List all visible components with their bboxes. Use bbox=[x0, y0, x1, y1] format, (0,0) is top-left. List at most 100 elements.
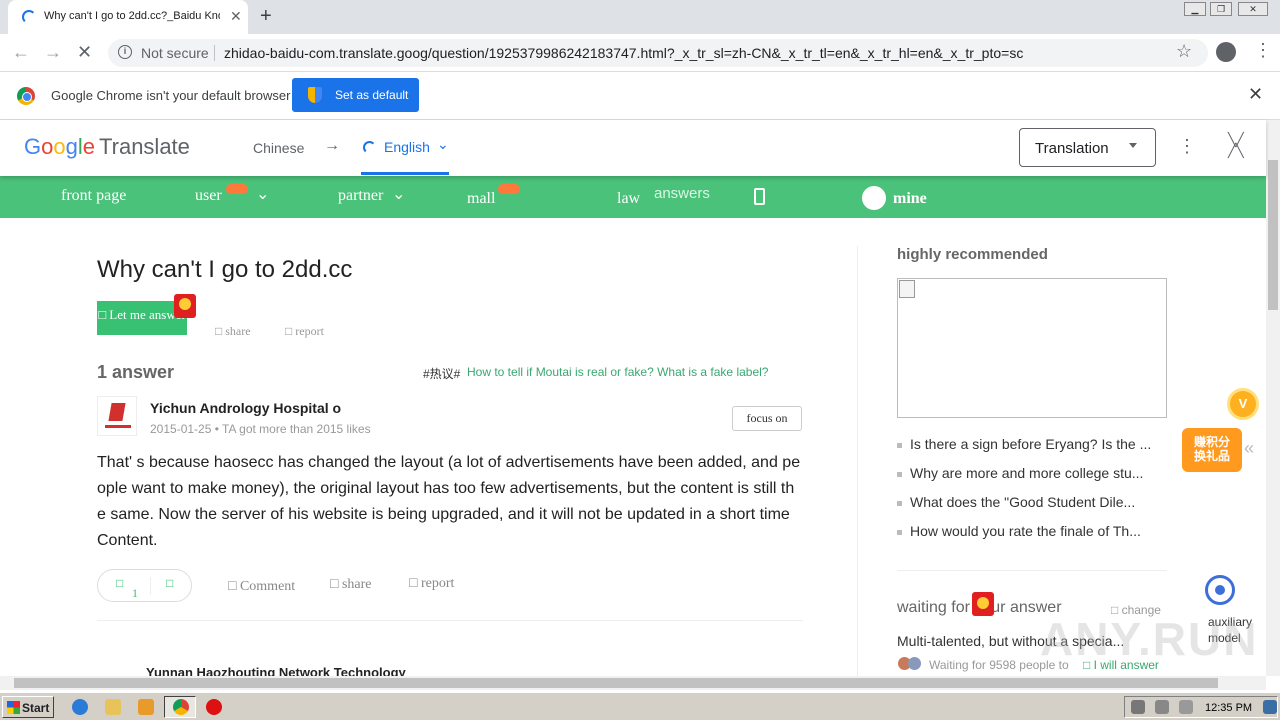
recommended-item[interactable]: Is there a sign before Eryang? Is the ..… bbox=[897, 436, 1167, 452]
answer-share-link[interactable]: □ share bbox=[330, 577, 372, 593]
start-button[interactable]: Start bbox=[2, 696, 54, 718]
network-icon[interactable] bbox=[1155, 700, 1169, 714]
red-packet-icon[interactable] bbox=[174, 294, 196, 318]
chevron-down-icon[interactable]: ⌄ bbox=[437, 136, 449, 153]
url-text[interactable]: zhidao-baidu-com.translate.goog/question… bbox=[224, 45, 1023, 61]
nav-answers[interactable]: answers bbox=[654, 185, 710, 202]
highly-recommended-heading: highly recommended bbox=[897, 246, 1048, 263]
tab-close-icon[interactable]: ✕ bbox=[230, 8, 242, 25]
flag-icon[interactable] bbox=[1179, 700, 1193, 714]
chrome-logo-icon bbox=[17, 87, 35, 105]
nav-badge bbox=[498, 184, 520, 194]
earn-points-widget[interactable]: V 赚积分 换礼品 « bbox=[1182, 388, 1264, 476]
horizontal-scrollbar[interactable] bbox=[0, 676, 1266, 690]
address-bar[interactable]: i Not secure zhidao-baidu-com.translate.… bbox=[108, 39, 1208, 67]
answerer-name[interactable]: Yichun Andrology Hospital o bbox=[150, 400, 341, 416]
taskbar-chrome-button[interactable] bbox=[164, 696, 196, 718]
recommended-item[interactable]: How would you rate the finale of Th... bbox=[897, 523, 1167, 539]
divider bbox=[214, 45, 215, 61]
collapse-icon[interactable]: ╲╱ ╱╲ bbox=[1228, 133, 1244, 157]
set-default-label: Set as default bbox=[335, 88, 409, 102]
column-divider bbox=[857, 246, 858, 676]
clock: 12:35 PM bbox=[1205, 702, 1253, 714]
new-tab-icon[interactable]: + bbox=[260, 5, 272, 28]
tab-title: Why can't I go to 2dd.cc?_Baidu Kno bbox=[44, 10, 220, 22]
stop-sign-icon[interactable] bbox=[206, 699, 222, 715]
chevron-down-icon[interactable]: ⌄ bbox=[256, 184, 269, 204]
nav-law[interactable]: law bbox=[617, 190, 640, 208]
avatar[interactable] bbox=[97, 396, 137, 436]
nav-front-page[interactable]: front page bbox=[61, 187, 126, 205]
stop-icon[interactable]: ✕ bbox=[77, 42, 92, 63]
nav-partner[interactable]: partner bbox=[338, 187, 383, 205]
set-default-button[interactable]: Set as default bbox=[292, 78, 419, 112]
minimize-icon[interactable]: ▁ bbox=[1184, 2, 1206, 16]
active-language-indicator bbox=[361, 172, 449, 175]
answer-report-link[interactable]: □ report bbox=[409, 576, 454, 592]
browser-tab[interactable]: Why can't I go to 2dd.cc?_Baidu Kno ✕ bbox=[8, 0, 248, 34]
profile-icon[interactable] bbox=[1216, 42, 1236, 62]
bookmark-star-icon[interactable]: ☆ bbox=[1176, 41, 1192, 62]
info-icon[interactable]: i bbox=[118, 45, 132, 59]
focus-on-button[interactable]: focus on bbox=[732, 406, 802, 431]
dropdown-caret-icon bbox=[1129, 143, 1137, 148]
chrome-menu-icon[interactable]: ⋮ bbox=[1254, 40, 1272, 61]
chevron-left-icon[interactable]: « bbox=[1244, 438, 1254, 459]
ie-icon[interactable] bbox=[72, 699, 88, 715]
start-label: Start bbox=[22, 701, 50, 715]
broken-image-ad[interactable] bbox=[897, 278, 1167, 418]
google-translate-bar: Google Translate Chinese → English ⌄ Tran… bbox=[0, 120, 1266, 176]
more-options-icon[interactable]: ⋮ bbox=[1178, 136, 1196, 157]
answer-meta: 2015-01-25 • TA got more than 2015 likes bbox=[150, 422, 371, 436]
media-player-icon[interactable] bbox=[138, 699, 154, 715]
translation-mode-select[interactable]: Translation bbox=[1019, 128, 1156, 167]
forward-icon[interactable]: → bbox=[44, 42, 62, 63]
question-report-link[interactable]: □ report bbox=[285, 324, 324, 339]
divider bbox=[150, 577, 151, 595]
system-tray bbox=[1124, 696, 1278, 718]
nav-mall[interactable]: mall bbox=[467, 190, 495, 208]
accessibility-icon bbox=[1205, 575, 1235, 605]
recommended-item[interactable]: What does the "Good Student Dile... bbox=[897, 494, 1167, 510]
windows-flag-icon bbox=[7, 701, 20, 714]
maximize-icon[interactable]: ❐ bbox=[1210, 2, 1232, 16]
chevron-down-icon[interactable]: ⌄ bbox=[392, 184, 405, 204]
back-icon[interactable]: ← bbox=[12, 42, 30, 63]
default-browser-infobar: Google Chrome isn't your default browser… bbox=[0, 72, 1280, 120]
source-language[interactable]: Chinese bbox=[253, 140, 304, 156]
nav-badge bbox=[226, 184, 248, 194]
monitor-icon[interactable] bbox=[1263, 700, 1277, 714]
scrollbar-thumb[interactable] bbox=[1268, 160, 1278, 310]
folder-icon[interactable] bbox=[105, 699, 121, 715]
infobar-close-icon[interactable]: ✕ bbox=[1248, 84, 1263, 105]
hot-topic-link[interactable]: How to tell if Moutai is real or fake? W… bbox=[467, 365, 768, 379]
thumbs-down-icon[interactable]: □ bbox=[166, 576, 173, 590]
google-translate-logo[interactable]: Google Translate bbox=[24, 134, 190, 160]
watermark: ANY.RUN bbox=[1040, 613, 1259, 665]
windows-taskbar: Start 12:35 PM bbox=[0, 692, 1280, 720]
comment-link[interactable]: □ Comment bbox=[228, 579, 295, 595]
mobile-icon[interactable] bbox=[754, 188, 765, 205]
not-secure-label: Not secure bbox=[141, 45, 209, 61]
shield-icon bbox=[308, 87, 322, 103]
loading-spinner-icon bbox=[363, 141, 376, 154]
nav-mine[interactable]: mine bbox=[893, 190, 927, 208]
volume-icon[interactable] bbox=[1131, 700, 1145, 714]
red-packet-icon[interactable] bbox=[972, 592, 994, 616]
default-browser-message: Google Chrome isn't your default browser bbox=[51, 88, 291, 103]
scrollbar-thumb[interactable] bbox=[14, 678, 1218, 688]
nav-user[interactable]: user bbox=[195, 187, 222, 205]
earn-points-label: 赚积分 换礼品 bbox=[1182, 428, 1242, 472]
navigation-bar: ← → ✕ i Not secure zhidao-baidu-com.tran… bbox=[0, 34, 1280, 72]
answer-text: That' s because haosecc has changed the … bbox=[97, 454, 801, 549]
translation-mode-label: Translation bbox=[1035, 140, 1109, 157]
hot-topic-tag: #热议# bbox=[423, 367, 461, 381]
recommended-item[interactable]: Why are more and more college stu... bbox=[897, 465, 1167, 481]
target-language[interactable]: English bbox=[384, 139, 430, 155]
vertical-scrollbar[interactable] bbox=[1266, 120, 1280, 676]
question-share-link[interactable]: □ share bbox=[215, 324, 251, 339]
window-close-icon[interactable]: ✕ bbox=[1238, 2, 1268, 16]
user-avatar-icon[interactable] bbox=[862, 186, 886, 210]
like-count: 1 bbox=[132, 586, 138, 600]
thumbs-up-icon[interactable]: □ bbox=[116, 576, 123, 590]
